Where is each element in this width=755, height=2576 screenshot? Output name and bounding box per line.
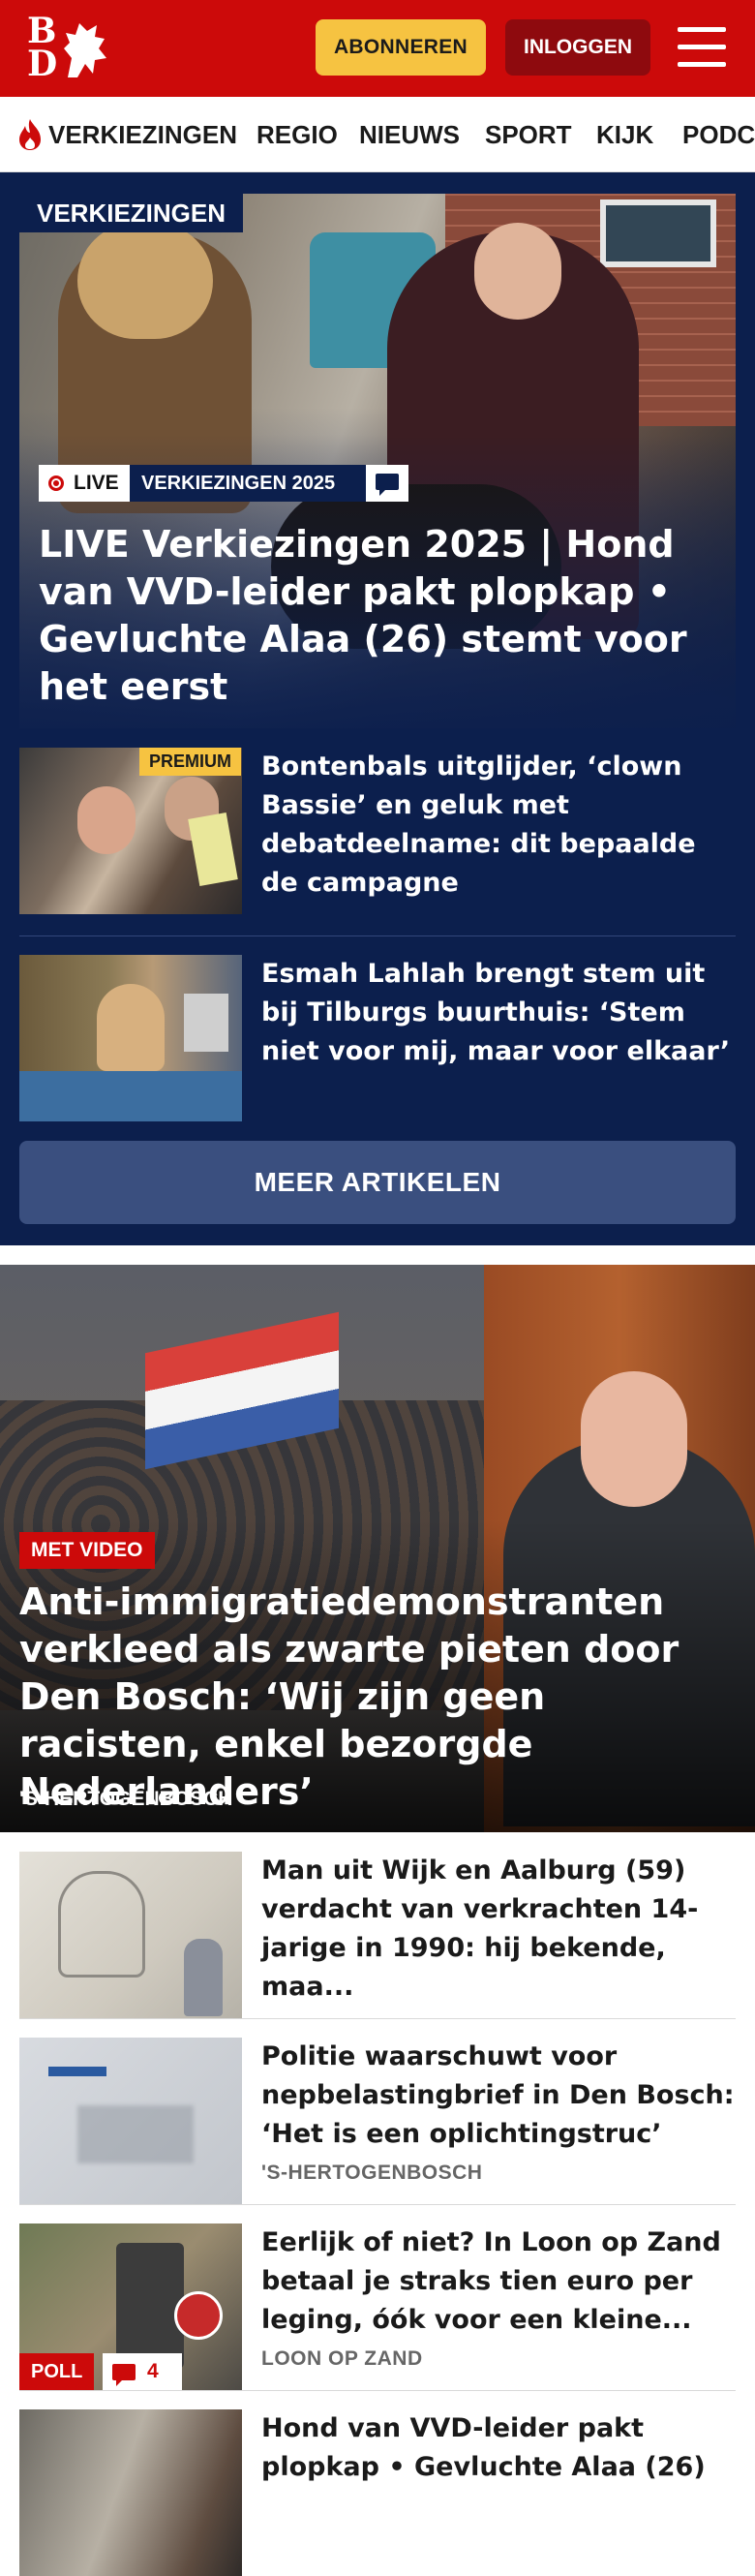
divider xyxy=(19,2390,736,2391)
poll-badge: POLL xyxy=(19,2353,95,2390)
more-articles-button[interactable]: MEER ARTIKELEN xyxy=(19,1141,736,1224)
live-label: LIVE xyxy=(74,472,119,494)
flame-icon xyxy=(19,119,41,150)
article-title[interactable]: Man uit Wijk en Aalburg (59) verdacht va… xyxy=(261,1852,736,2007)
nav-item-nieuws[interactable]: NIEUWS xyxy=(359,97,460,171)
live-badge: LIVE xyxy=(39,465,130,502)
comment-icon xyxy=(376,474,399,496)
list-item[interactable]: POLL 4 Eerlijk of niet? In Loon op Zand … xyxy=(19,2223,736,2390)
site-header: B D ABONNEREN INLOGGEN xyxy=(0,0,755,97)
election-article[interactable]: Esmah Lahlah brengt stem uit bij Tilburg… xyxy=(19,955,736,1121)
lead-article[interactable]: MET VIDEO Anti-immigratiedemonstranten v… xyxy=(0,1265,755,1832)
article-location: 'S-HERTOGENBOSCH xyxy=(261,2162,483,2184)
hero-title[interactable]: LIVE Verkiezingen 2025 | Hond van VVD-le… xyxy=(39,521,716,711)
article-thumbnail xyxy=(19,955,242,1121)
hero-article[interactable]: LIVE VERKIEZINGEN 2025 LIVE Verkiezingen… xyxy=(19,194,736,728)
divider xyxy=(19,935,736,936)
nav-item-sport[interactable]: SPORT xyxy=(485,97,572,171)
lead-title[interactable]: Anti-immigratiedemonstranten verkleed al… xyxy=(19,1579,736,1816)
lead-location: 'S-HERTOGENBOSCH xyxy=(19,1788,233,1810)
premium-badge: PREMIUM xyxy=(139,748,241,776)
article-title[interactable]: Eerlijk of niet? In Loon op Zand betaal … xyxy=(261,2223,736,2340)
event-badge: VERKIEZINGEN 2025 xyxy=(130,465,366,502)
list-item[interactable]: Politie waarschuwt voor nepbelastingbrie… xyxy=(19,2038,736,2204)
elections-section: LIVE VERKIEZINGEN 2025 LIVE Verkiezingen… xyxy=(0,172,755,1245)
nav-item-verkiezingen[interactable]: VERKIEZINGEN xyxy=(48,97,237,171)
nav-item-kijk[interactable]: KIJK xyxy=(596,97,653,171)
article-thumbnail xyxy=(19,2409,242,2576)
nav-item-regio[interactable]: REGIO xyxy=(257,97,338,171)
section-label: VERKIEZINGEN xyxy=(19,194,244,232)
logo-letter-d: D xyxy=(27,44,58,84)
nav-item-podcasts[interactable]: PODCASTS xyxy=(682,97,755,171)
subscribe-button[interactable]: ABONNEREN xyxy=(316,19,486,76)
comment-count-badge[interactable]: 4 xyxy=(103,2353,182,2390)
article-title[interactable]: Bontenbals uitglijder, ‘clown Bassie’ en… xyxy=(261,748,736,903)
divider xyxy=(19,2018,736,2019)
divider xyxy=(19,2204,736,2205)
login-button[interactable]: INLOGGEN xyxy=(505,19,650,76)
comment-icon xyxy=(112,2364,136,2386)
comment-badge[interactable] xyxy=(366,465,408,502)
main-nav: VERKIEZINGEN REGIO NIEUWS SPORT KIJK POD… xyxy=(0,97,755,172)
lion-icon xyxy=(64,23,106,77)
article-location: LOON OP ZAND xyxy=(261,2347,423,2370)
article-thumbnail xyxy=(19,1852,242,2018)
article-title[interactable]: Esmah Lahlah brengt stem uit bij Tilburg… xyxy=(261,955,736,1071)
hamburger-menu-icon[interactable] xyxy=(678,25,726,70)
article-title[interactable]: Hond van VVD-leider pakt plopkap • Gevlu… xyxy=(261,2409,736,2487)
election-article[interactable]: PREMIUM Bontenbals uitglijder, ‘clown Ba… xyxy=(19,748,736,914)
comment-count: 4 xyxy=(147,2360,159,2382)
article-title[interactable]: Politie waarschuwt voor nepbelastingbrie… xyxy=(261,2038,736,2154)
list-item[interactable]: Man uit Wijk en Aalburg (59) verdacht va… xyxy=(19,1852,736,2018)
live-dot-icon xyxy=(48,475,64,491)
article-thumbnail xyxy=(19,2038,242,2204)
video-badge: MET VIDEO xyxy=(19,1532,155,1569)
brand-logo[interactable]: B D xyxy=(25,14,112,83)
list-item[interactable]: Hond van VVD-leider pakt plopkap • Gevlu… xyxy=(19,2409,736,2576)
